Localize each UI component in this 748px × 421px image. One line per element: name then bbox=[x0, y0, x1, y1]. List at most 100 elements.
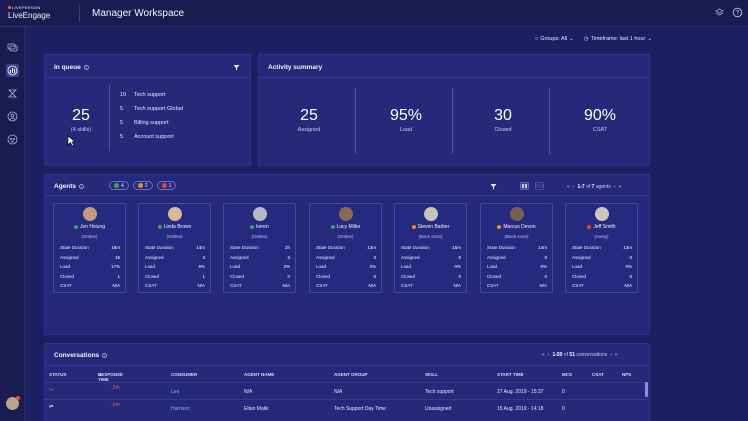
col-start-time[interactable]: START TIME bbox=[497, 372, 524, 377]
mcs: 0 bbox=[562, 389, 565, 395]
sidebar-conversations-icon[interactable] bbox=[6, 41, 19, 54]
activity-divider bbox=[549, 88, 550, 154]
agent-stat-row: Assigned 0 bbox=[572, 253, 632, 263]
stat-label: State Duration bbox=[145, 245, 174, 251]
agent-avatar bbox=[83, 207, 97, 221]
col-nps[interactable]: NPS bbox=[622, 372, 631, 377]
agent-card[interactable]: Jeff Smith (Away) State Duration 13m Assigne… bbox=[565, 203, 638, 293]
agent-name: Jeff Smith bbox=[566, 224, 637, 230]
layers-icon[interactable] bbox=[714, 7, 725, 18]
agent-card[interactable]: Jen Hsiung (Online) State Duration 16m Assig… bbox=[53, 203, 126, 293]
activity-divider bbox=[355, 88, 356, 154]
info-icon[interactable]: i bbox=[83, 64, 89, 70]
agent-stat-row: Assigned 0 bbox=[487, 253, 547, 263]
agent-card[interactable]: Marcus Devon (Back soon) State Duration 14m… bbox=[480, 203, 553, 293]
activity-assigned[interactable]: 25 Assigned bbox=[261, 107, 357, 133]
col-mcs[interactable]: MCS bbox=[562, 372, 572, 377]
sidebar-groups-icon[interactable] bbox=[6, 133, 19, 146]
agent-name-text: keren bbox=[256, 224, 269, 230]
table-row[interactable]: ⇄ -2m Harrison Eitan Malki Tech Support … bbox=[43, 399, 649, 416]
status-dot-icon bbox=[73, 224, 78, 229]
pager-unit: conversations bbox=[576, 352, 608, 358]
queue-skill-row[interactable]: 5 Billing support bbox=[120, 116, 183, 130]
sidebar-campaigns-icon[interactable] bbox=[6, 87, 19, 100]
activity-load[interactable]: 95% Load bbox=[358, 107, 454, 133]
first-page-icon[interactable]: « bbox=[567, 184, 570, 190]
next-page-icon[interactable]: › bbox=[614, 184, 616, 190]
agent-card[interactable]: keren (Online) State Duration 2h Assigned 3 Lo… bbox=[223, 203, 296, 293]
status-icon: ↝ bbox=[49, 387, 54, 393]
sidebar-manager-workspace-icon[interactable] bbox=[6, 64, 19, 77]
agents-title-text: Agents bbox=[54, 183, 77, 190]
queue-skill-row[interactable]: 5 Tech support Global bbox=[120, 102, 183, 116]
queue-skill-row[interactable]: 5 Account support bbox=[120, 130, 183, 144]
agent-card[interactable]: Lucy Miller (Online) State Duration 13m Assi… bbox=[309, 203, 382, 293]
agent-status: (Back soon) bbox=[418, 234, 443, 239]
response-time: -2m bbox=[111, 402, 120, 408]
agent-name: Steven Barber bbox=[395, 224, 466, 230]
queue-total-sub: (4 skills) bbox=[70, 127, 92, 133]
brand-logo[interactable]: LiveEngage bbox=[8, 11, 50, 20]
info-icon[interactable]: i bbox=[79, 183, 85, 189]
queue-skill-row[interactable]: 10 Tech support bbox=[120, 88, 183, 102]
activity-summary-title: Activity summary bbox=[268, 64, 323, 71]
info-icon[interactable]: i bbox=[102, 352, 108, 358]
stat-label: Assigned bbox=[572, 254, 591, 260]
consumer-link[interactable]: Leo bbox=[171, 389, 179, 395]
skill-name: Billing support bbox=[134, 120, 169, 126]
stat-label: Closed bbox=[572, 273, 587, 279]
agent-stat-row: CSAT N/A bbox=[572, 281, 632, 291]
agent-name-text: Linda Brown bbox=[163, 224, 192, 230]
stat-label: Assigned bbox=[316, 254, 335, 260]
agent-card[interactable]: Linda Brown (Online) State Duration 14m Assi… bbox=[138, 203, 211, 293]
away-chip[interactable]: 1 bbox=[156, 181, 177, 190]
card-view-icon[interactable] bbox=[520, 182, 529, 190]
queue-divider bbox=[109, 85, 110, 151]
agent-avatar bbox=[424, 207, 438, 221]
pager-unit: agents bbox=[595, 184, 611, 190]
table-scrollbar[interactable] bbox=[645, 382, 648, 397]
filter-icon[interactable] bbox=[490, 183, 497, 190]
prev-page-icon[interactable]: ‹ bbox=[548, 352, 550, 358]
brand-dot-icon bbox=[8, 6, 11, 10]
last-page-icon[interactable]: » bbox=[619, 184, 622, 190]
help-icon[interactable]: ? bbox=[732, 7, 743, 18]
col-csat[interactable]: CSAT bbox=[592, 372, 604, 377]
chip-count: 2 bbox=[144, 182, 148, 189]
queue-total[interactable]: 25 (4 skills) bbox=[53, 107, 109, 133]
consumer-link[interactable]: Harrison bbox=[171, 406, 190, 412]
user-avatar[interactable] bbox=[6, 396, 20, 410]
agent-stat-row: State Duration 14m bbox=[145, 243, 205, 253]
col-agent-name[interactable]: AGENT NAME bbox=[244, 372, 274, 377]
groups-filter[interactable]: ○ Groups: All ⌄ bbox=[535, 36, 574, 42]
first-page-icon[interactable]: « bbox=[542, 352, 545, 358]
col-status[interactable]: STATUS bbox=[49, 372, 66, 377]
last-page-icon[interactable]: » bbox=[615, 352, 618, 358]
activity-label: CSAT bbox=[592, 127, 608, 133]
filter-icon[interactable] bbox=[233, 64, 240, 71]
sidebar-users-icon[interactable] bbox=[6, 110, 19, 123]
col-skill[interactable]: SKILL bbox=[425, 372, 438, 377]
activity-csat[interactable]: 90% CSAT bbox=[552, 107, 648, 133]
agent-name-text: Jen Hsiung bbox=[79, 224, 105, 230]
timeframe-filter[interactable]: ◷ Timeframe: last 1 hour ⌄ bbox=[584, 36, 652, 42]
prev-page-icon[interactable]: ‹ bbox=[573, 184, 575, 190]
next-page-icon[interactable]: › bbox=[610, 352, 612, 358]
stat-label: CSAT bbox=[487, 283, 499, 289]
sidebar bbox=[0, 27, 25, 421]
status-dot-icon bbox=[587, 224, 592, 229]
online-chip[interactable]: 4 bbox=[109, 181, 129, 190]
clock-icon: ◷ bbox=[583, 36, 589, 42]
agent-state-chips: 4 2 1 bbox=[109, 181, 177, 190]
back-soon-chip[interactable]: 2 bbox=[132, 181, 153, 190]
agents-pager: « ‹ 1-7 of 7 agents › » bbox=[567, 184, 621, 190]
agents-title: Agents i bbox=[54, 183, 85, 190]
activity-closed[interactable]: 30 Closed bbox=[455, 107, 551, 133]
agent-card[interactable]: Steven Barber (Back soon) State Duration 15… bbox=[394, 203, 467, 293]
col-agent-group[interactable]: AGENT GROUP bbox=[334, 372, 368, 377]
stat-label: Assigned bbox=[487, 254, 506, 260]
filters-bar: ○ Groups: All ⌄ ◷ Timeframe: last 1 hour… bbox=[535, 36, 652, 42]
table-row[interactable]: ↝ -2m Leo N/A N/A Tech support 27 Aug. 2… bbox=[43, 382, 649, 399]
col-consumer[interactable]: CONSUMER bbox=[171, 372, 197, 377]
list-view-icon[interactable] bbox=[535, 182, 544, 190]
